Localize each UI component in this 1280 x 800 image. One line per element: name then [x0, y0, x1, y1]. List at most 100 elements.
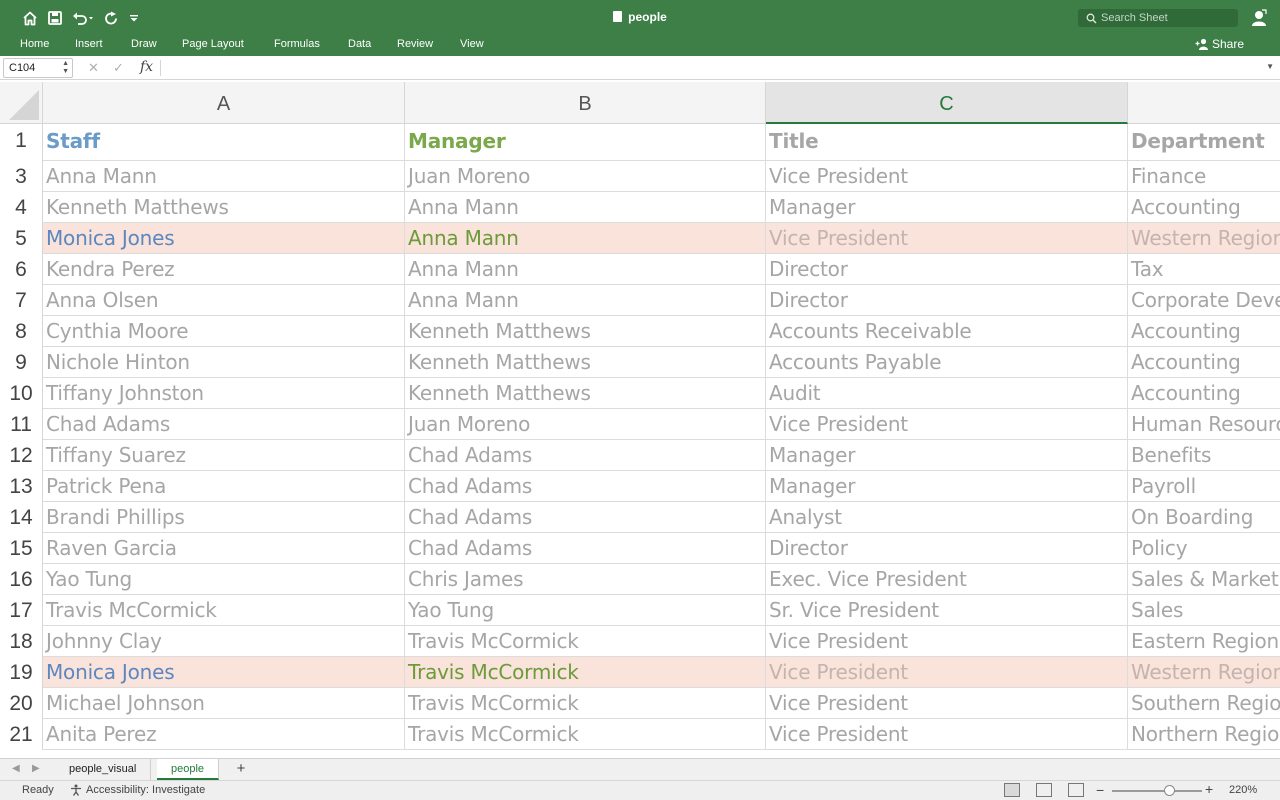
zoom-slider[interactable] [1112, 790, 1202, 792]
row-number[interactable]: 4 [0, 192, 43, 223]
cell-staff[interactable]: Michael Johnson [43, 688, 405, 719]
cell-department[interactable]: Southern Region [1128, 688, 1280, 719]
cell-department[interactable]: Northern Region [1128, 719, 1280, 750]
redo-icon[interactable] [104, 8, 119, 28]
cell-manager[interactable]: Anna Mann [405, 192, 766, 223]
cell-title[interactable]: Exec. Vice President [766, 564, 1128, 595]
row-number[interactable]: 1 [0, 124, 43, 161]
cell-manager[interactable]: Anna Mann [405, 254, 766, 285]
add-sheet-button[interactable]: + [230, 760, 252, 779]
cell-manager[interactable]: Anna Mann [405, 223, 766, 254]
zoom-level[interactable]: 220% [1229, 784, 1257, 796]
cell-department[interactable]: Policy [1128, 533, 1280, 564]
cell-manager[interactable]: Chad Adams [405, 502, 766, 533]
cell-title[interactable]: Vice President [766, 626, 1128, 657]
cell-manager[interactable]: Travis McCormick [405, 657, 766, 688]
cell-staff[interactable]: Anna Olsen [43, 285, 405, 316]
cell-manager[interactable]: Juan Moreno [405, 409, 766, 440]
cell-title[interactable]: Vice President [766, 688, 1128, 719]
tab-formulas[interactable]: Formulas [274, 38, 320, 50]
page-layout-view-icon[interactable] [1036, 783, 1052, 797]
sheet-tab-people[interactable]: people [157, 759, 220, 780]
user-icon[interactable] [1250, 9, 1268, 27]
page-break-view-icon[interactable] [1068, 783, 1084, 797]
cell-department[interactable]: Benefits [1128, 440, 1280, 471]
cell-manager[interactable]: Travis McCormick [405, 626, 766, 657]
tab-view[interactable]: View [460, 38, 484, 50]
cell-staff[interactable]: Kenneth Matthews [43, 192, 405, 223]
cell-staff[interactable]: Kendra Perez [43, 254, 405, 285]
cancel-icon[interactable]: ✕ [88, 60, 99, 76]
cell-staff[interactable]: Monica Jones [43, 657, 405, 688]
cell-department[interactable]: Department [1128, 124, 1280, 161]
row-number[interactable]: 15 [0, 533, 43, 564]
row-number[interactable]: 19 [0, 657, 43, 688]
cell-title[interactable]: Manager [766, 192, 1128, 223]
cell-manager[interactable]: Kenneth Matthews [405, 316, 766, 347]
tab-review[interactable]: Review [397, 38, 433, 50]
next-sheet-icon[interactable]: ▶ [32, 763, 40, 774]
cell-manager[interactable]: Kenneth Matthews [405, 378, 766, 409]
row-number[interactable]: 14 [0, 502, 43, 533]
cell-department[interactable]: Sales & Marketing [1128, 564, 1280, 595]
share-button[interactable]: Share [1195, 37, 1244, 51]
row-number[interactable]: 3 [0, 161, 43, 192]
column-header-a[interactable]: A [43, 82, 405, 124]
tab-insert[interactable]: Insert [75, 38, 103, 50]
save-icon[interactable] [48, 8, 62, 28]
name-box[interactable]: C104 ▲ ▼ [3, 58, 73, 78]
cell-staff[interactable]: Anna Mann [43, 161, 405, 192]
cell-manager[interactable]: Travis McCormick [405, 688, 766, 719]
row-number[interactable]: 17 [0, 595, 43, 626]
tab-home[interactable]: Home [20, 38, 49, 50]
zoom-slider-thumb[interactable] [1164, 785, 1175, 796]
name-box-stepper-icon[interactable]: ▲ ▼ [62, 60, 69, 76]
insert-function-button[interactable]: fx [140, 59, 153, 75]
cell-department[interactable]: Western Region [1128, 657, 1280, 688]
cell-department[interactable]: Tax [1128, 254, 1280, 285]
cell-staff[interactable]: Patrick Pena [43, 471, 405, 502]
cell-manager[interactable]: Juan Moreno [405, 161, 766, 192]
row-number[interactable]: 11 [0, 409, 43, 440]
accessibility-status[interactable]: Accessibility: Investigate [70, 784, 205, 796]
row-number[interactable]: 16 [0, 564, 43, 595]
cell-title[interactable]: Accounts Receivable [766, 316, 1128, 347]
home-icon[interactable] [22, 8, 38, 28]
cell-title[interactable]: Vice President [766, 223, 1128, 254]
cell-manager[interactable]: Chad Adams [405, 533, 766, 564]
cell-title[interactable]: Analyst [766, 502, 1128, 533]
cell-title[interactable]: Sr. Vice President [766, 595, 1128, 626]
cell-manager[interactable]: Anna Mann [405, 285, 766, 316]
column-header-b[interactable]: B [405, 82, 766, 124]
row-number[interactable]: 18 [0, 626, 43, 657]
cell-staff[interactable]: Chad Adams [43, 409, 405, 440]
cell-manager[interactable]: Chris James [405, 564, 766, 595]
cell-department[interactable]: Accounting [1128, 192, 1280, 223]
cell-department[interactable]: Accounting [1128, 378, 1280, 409]
row-number[interactable]: 21 [0, 719, 43, 750]
cell-department[interactable]: Accounting [1128, 316, 1280, 347]
row-number[interactable]: 9 [0, 347, 43, 378]
cell-staff[interactable]: Travis McCormick [43, 595, 405, 626]
cell-title[interactable]: Director [766, 533, 1128, 564]
row-number[interactable]: 6 [0, 254, 43, 285]
column-header-c[interactable]: C [766, 82, 1128, 124]
cell-title[interactable]: Vice President [766, 657, 1128, 688]
select-all-corner[interactable] [0, 82, 43, 124]
cell-staff[interactable]: Tiffany Suarez [43, 440, 405, 471]
row-number[interactable]: 5 [0, 223, 43, 254]
row-number[interactable]: 7 [0, 285, 43, 316]
cell-title[interactable]: Audit [766, 378, 1128, 409]
cell-title[interactable]: Director [766, 285, 1128, 316]
expand-formula-icon[interactable]: ▼ [1266, 62, 1274, 71]
cell-title[interactable]: Accounts Payable [766, 347, 1128, 378]
cell-staff[interactable]: Cynthia Moore [43, 316, 405, 347]
cell-department[interactable]: On Boarding [1128, 502, 1280, 533]
cell-manager[interactable]: Chad Adams [405, 471, 766, 502]
cell-department[interactable]: Finance [1128, 161, 1280, 192]
cell-department[interactable]: Sales [1128, 595, 1280, 626]
customize-icon[interactable] [129, 8, 139, 28]
cell-staff[interactable]: Raven Garcia [43, 533, 405, 564]
cell-title[interactable]: Manager [766, 471, 1128, 502]
cell-staff[interactable]: Tiffany Johnston [43, 378, 405, 409]
